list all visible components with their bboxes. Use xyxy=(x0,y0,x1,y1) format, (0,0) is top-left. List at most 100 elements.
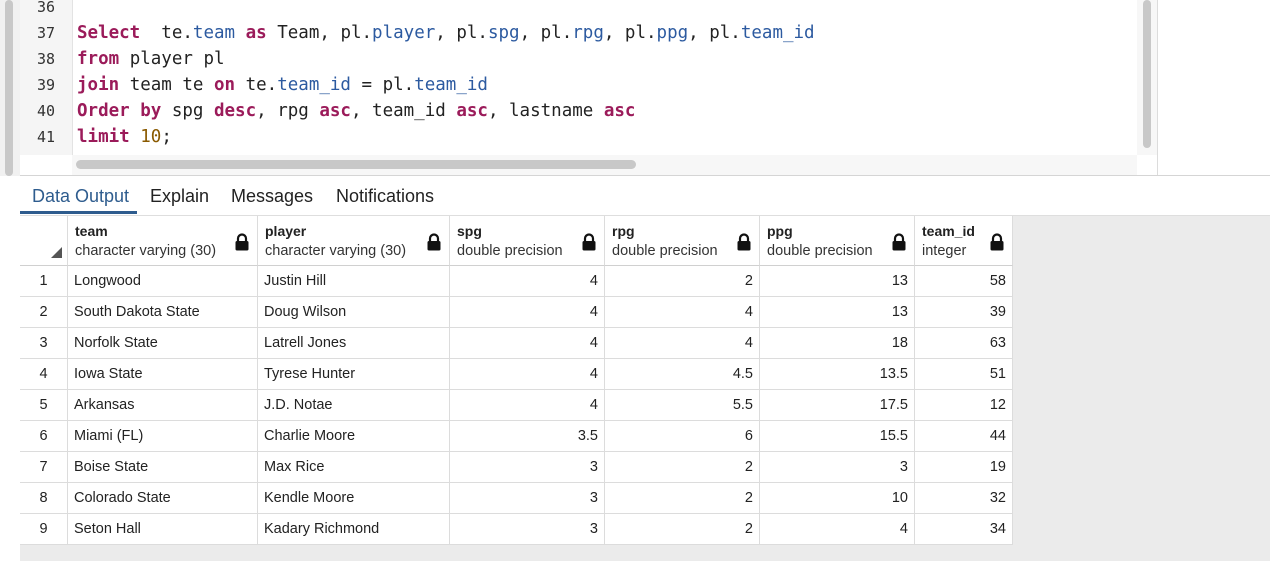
cell-player[interactable]: Kadary Richmond xyxy=(258,514,450,545)
row-number[interactable]: 7 xyxy=(20,452,68,483)
cell-team[interactable]: South Dakota State xyxy=(68,297,258,328)
cell-team[interactable]: Norfolk State xyxy=(68,328,258,359)
row-number[interactable]: 6 xyxy=(20,421,68,452)
sql-field: ppg xyxy=(656,23,689,43)
cell-spg[interactable]: 4 xyxy=(450,390,605,421)
cell-player[interactable]: Max Rice xyxy=(258,452,450,483)
line-number: 36 xyxy=(36,0,56,16)
row-number[interactable]: 5 xyxy=(20,390,68,421)
sql-keyword: from xyxy=(77,49,120,69)
cell-rpg[interactable]: 2 xyxy=(605,514,760,545)
cell-player[interactable]: Charlie Moore xyxy=(258,421,450,452)
code-line[interactable]: Order by spg desc, rpg asc, team_id asc,… xyxy=(77,98,635,124)
row-number[interactable]: 3 xyxy=(20,328,68,359)
cell-ppg[interactable]: 13 xyxy=(760,297,915,328)
cell-team-id[interactable]: 63 xyxy=(915,328,1013,359)
cell-rpg[interactable]: 4.5 xyxy=(605,359,760,390)
tab-messages[interactable]: Messages xyxy=(231,176,313,214)
cell-team-id[interactable]: 51 xyxy=(915,359,1013,390)
cell-ppg[interactable]: 17.5 xyxy=(760,390,915,421)
tab-data-output[interactable]: Data Output xyxy=(32,176,129,214)
column-header-rpg[interactable]: rpg double precision xyxy=(605,216,760,266)
cell-spg[interactable]: 4 xyxy=(450,266,605,297)
column-header-team[interactable]: team character varying (30) xyxy=(68,216,258,266)
cell-rpg[interactable]: 2 xyxy=(605,452,760,483)
cell-team-id[interactable]: 44 xyxy=(915,421,1013,452)
code-line[interactable]: join team te on te.team_id = pl.team_id xyxy=(77,72,488,98)
cell-team[interactable]: Colorado State xyxy=(68,483,258,514)
cell-player[interactable]: Latrell Jones xyxy=(258,328,450,359)
column-header-spg[interactable]: spg double precision xyxy=(450,216,605,266)
corner-triangle-icon xyxy=(51,247,62,258)
cell-rpg[interactable]: 6 xyxy=(605,421,760,452)
cell-ppg[interactable]: 10 xyxy=(760,483,915,514)
sql-keyword: asc xyxy=(456,101,488,121)
code-line[interactable]: limit 10; xyxy=(77,124,172,150)
cell-ppg[interactable]: 3 xyxy=(760,452,915,483)
cell-team[interactable]: Longwood xyxy=(68,266,258,297)
column-header-team-id[interactable]: team_id integer xyxy=(915,216,1013,266)
cell-ppg[interactable]: 13.5 xyxy=(760,359,915,390)
cell-rpg[interactable]: 5.5 xyxy=(605,390,760,421)
column-header-ppg[interactable]: ppg double precision xyxy=(760,216,915,266)
cell-player[interactable]: Tyrese Hunter xyxy=(258,359,450,390)
cell-ppg[interactable]: 15.5 xyxy=(760,421,915,452)
cell-spg[interactable]: 3 xyxy=(450,514,605,545)
cell-spg[interactable]: 4 xyxy=(450,297,605,328)
cell-team-id[interactable]: 58 xyxy=(915,266,1013,297)
cell-spg[interactable]: 3.5 xyxy=(450,421,605,452)
cell-team-id[interactable]: 12 xyxy=(915,390,1013,421)
cell-team[interactable]: Arkansas xyxy=(68,390,258,421)
cell-spg[interactable]: 4 xyxy=(450,328,605,359)
tab-explain[interactable]: Explain xyxy=(150,176,209,214)
editor-vertical-scrollbar-thumb[interactable] xyxy=(1143,0,1151,148)
query-editor[interactable]: 36 37 38 39 40 41 Select te.team as Team, pl.… xyxy=(0,0,1270,176)
cell-ppg[interactable]: 13 xyxy=(760,266,915,297)
cell-team-id[interactable]: 34 xyxy=(915,514,1013,545)
column-type: integer xyxy=(922,243,967,259)
cell-spg[interactable]: 3 xyxy=(450,452,605,483)
sql-field: team_id xyxy=(414,75,488,95)
cell-team[interactable]: Seton Hall xyxy=(68,514,258,545)
editor-horizontal-scrollbar-thumb[interactable] xyxy=(76,160,636,169)
panel-scrollbar-thumb[interactable] xyxy=(5,0,13,176)
select-all-corner[interactable] xyxy=(20,216,68,266)
row-number[interactable]: 2 xyxy=(20,297,68,328)
cell-team[interactable]: Iowa State xyxy=(68,359,258,390)
cell-spg[interactable]: 3 xyxy=(450,483,605,514)
cell-team-id[interactable]: 39 xyxy=(915,297,1013,328)
lock-icon xyxy=(989,233,1005,251)
row-number[interactable]: 8 xyxy=(20,483,68,514)
cell-rpg[interactable]: 2 xyxy=(605,483,760,514)
cell-rpg[interactable]: 4 xyxy=(605,297,760,328)
cell-spg[interactable]: 4 xyxy=(450,359,605,390)
cell-ppg[interactable]: 4 xyxy=(760,514,915,545)
tab-notifications[interactable]: Notifications xyxy=(336,176,434,214)
editor-vertical-scrollbar[interactable] xyxy=(1137,0,1157,155)
cell-team-id[interactable]: 19 xyxy=(915,452,1013,483)
editor-horizontal-scrollbar[interactable] xyxy=(72,155,1137,175)
sql-text: , pl. xyxy=(435,23,488,43)
line-number: 38 xyxy=(36,50,56,68)
cell-player[interactable]: J.D. Notae xyxy=(258,390,450,421)
cell-player[interactable]: Doug Wilson xyxy=(258,297,450,328)
cell-rpg[interactable]: 2 xyxy=(605,266,760,297)
sql-text: te. xyxy=(140,23,193,43)
cell-team[interactable]: Boise State xyxy=(68,452,258,483)
cell-player[interactable]: Justin Hill xyxy=(258,266,450,297)
sql-text: spg xyxy=(161,101,214,121)
code-line[interactable]: Select te.team as Team, pl.player, pl.sp… xyxy=(77,20,815,46)
cell-ppg[interactable]: 18 xyxy=(760,328,915,359)
cell-team[interactable]: Miami (FL) xyxy=(68,421,258,452)
code-line[interactable]: from player pl xyxy=(77,46,225,72)
cell-player[interactable]: Kendle Moore xyxy=(258,483,450,514)
column-header-player[interactable]: player character varying (30) xyxy=(258,216,450,266)
sql-text: , pl. xyxy=(519,23,573,43)
row-number[interactable]: 9 xyxy=(20,514,68,545)
panel-vertical-scrollbar[interactable] xyxy=(0,0,20,176)
row-number[interactable]: 4 xyxy=(20,359,68,390)
cell-team-id[interactable]: 32 xyxy=(915,483,1013,514)
cell-rpg[interactable]: 4 xyxy=(605,328,760,359)
row-number[interactable]: 1 xyxy=(20,266,68,297)
